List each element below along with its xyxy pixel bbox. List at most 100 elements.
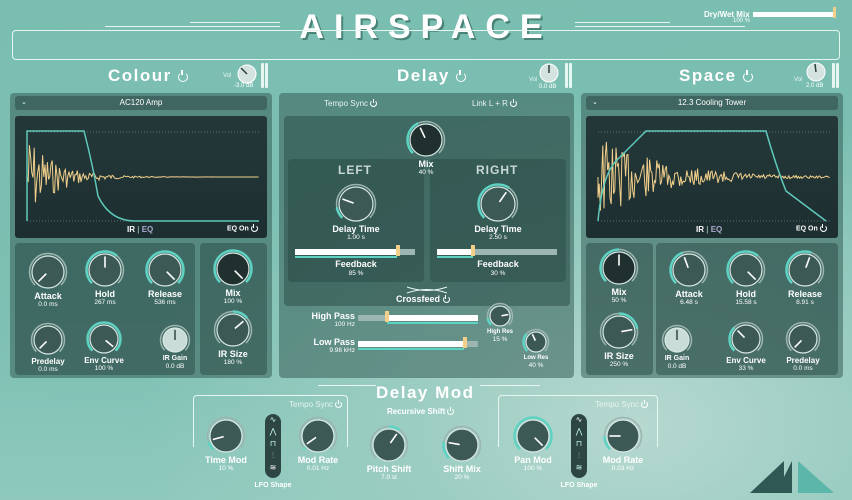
colour-ir-size-knob[interactable] xyxy=(213,310,253,350)
colour-ir-display[interactable]: IR | EQ EQ On xyxy=(15,116,267,238)
right-feedback-handle[interactable] xyxy=(471,245,475,256)
colour-predelay-knob[interactable] xyxy=(30,322,66,358)
space-preset-dropdown[interactable]: ⌄ 12.3 Cooling Tower xyxy=(586,96,838,110)
space-predelay-knob[interactable] xyxy=(785,321,821,357)
space-vol-knob[interactable] xyxy=(805,61,827,83)
space-ir-size-knob[interactable] xyxy=(599,312,639,352)
space-attack-knob[interactable] xyxy=(669,250,709,290)
colour-mix-knob[interactable] xyxy=(213,249,253,289)
left-delay-time-label: Delay Time xyxy=(332,224,380,234)
right-delay-time-label: Delay Time xyxy=(474,224,522,234)
colour-hold-knob[interactable] xyxy=(85,250,125,290)
space-tab-ir[interactable]: IR xyxy=(696,225,704,234)
low-res-label: Low Res xyxy=(523,355,549,361)
space-eq-toggle[interactable]: EQ On xyxy=(796,223,827,232)
left-feedback-handle[interactable] xyxy=(396,245,400,256)
delay-title-text: Delay xyxy=(397,66,450,85)
colour-title: Colour xyxy=(108,66,189,86)
space-vol-label: Vol xyxy=(794,77,803,83)
lfo-square-icon[interactable]: ⊓ xyxy=(265,438,281,450)
colour-tab-eq[interactable]: EQ xyxy=(142,225,154,234)
delay-meter-r xyxy=(569,63,572,88)
eq-power-icon xyxy=(819,223,827,232)
delay-link-lr[interactable]: Link L + R xyxy=(472,98,518,108)
space-title-text: Space xyxy=(679,66,737,85)
lfo-triangle-icon[interactable]: ⋀ xyxy=(265,426,281,438)
pan-mod-label: Pan Mod xyxy=(514,455,552,465)
delay-tempo-sync[interactable]: Tempo Sync xyxy=(324,98,378,108)
dry-wet-slider[interactable] xyxy=(753,12,835,17)
lfo-sine-icon[interactable]: ∿ xyxy=(571,414,587,426)
recursive-shift-power-icon xyxy=(447,406,455,416)
time-mod-knob[interactable] xyxy=(206,416,246,456)
crossfeed-label: Crossfeed xyxy=(396,294,441,304)
space-release-label: Release xyxy=(787,289,823,299)
right-delay-time-knob[interactable] xyxy=(477,183,519,225)
high-pass-handle[interactable] xyxy=(385,311,389,322)
delay-mix-knob[interactable] xyxy=(406,120,446,160)
left-feedback-value: 85 % xyxy=(348,270,364,277)
mod-tempo-sync-left[interactable]: Tempo Sync xyxy=(289,399,343,409)
pitch-shift-knob[interactable] xyxy=(369,425,409,465)
colour-release-knob[interactable] xyxy=(145,250,185,290)
space-power-icon[interactable] xyxy=(742,69,753,82)
space-mix-knob[interactable] xyxy=(599,248,639,288)
pan-mod-knob[interactable] xyxy=(513,416,553,456)
right-feedback-value: 30 % xyxy=(490,270,506,277)
delay-vol-label: Vol xyxy=(529,77,538,83)
colour-eq-toggle[interactable]: EQ On xyxy=(227,223,258,232)
mod-rate-right-knob[interactable] xyxy=(603,416,643,456)
recursive-shift-toggle[interactable]: Recursive Shift xyxy=(387,406,455,416)
shift-mix-value: 20 % xyxy=(454,474,470,481)
eq-power-icon xyxy=(250,223,258,232)
colour-meter-r xyxy=(265,63,268,88)
recursive-shift-label: Recursive Shift xyxy=(387,407,446,416)
colour-mix-value: 100 % xyxy=(223,298,243,305)
space-ir-waveform xyxy=(597,130,831,222)
left-feedback-fill xyxy=(295,249,397,255)
header-frame xyxy=(12,30,840,60)
colour-preset-dropdown[interactable]: ⌄ AC120 Amp xyxy=(15,96,267,110)
colour-power-icon[interactable] xyxy=(178,69,189,82)
delay-mix-label: Mix xyxy=(418,159,434,169)
space-title: Space xyxy=(679,66,753,86)
colour-vol-label: Vol xyxy=(223,73,232,79)
high-res-knob[interactable] xyxy=(486,302,514,330)
space-preset-name: 12.3 Cooling Tower xyxy=(677,98,747,107)
delay-right-title: RIGHT xyxy=(476,163,519,177)
delay-meter-l xyxy=(565,63,568,88)
lfo-triangle-icon[interactable]: ⋀ xyxy=(571,426,587,438)
lfo-square-icon[interactable]: ⊓ xyxy=(571,438,587,450)
colour-vol-knob[interactable] xyxy=(236,63,258,85)
space-release-value: 8.91 s xyxy=(796,299,814,306)
colour-attack-knob[interactable] xyxy=(28,252,68,292)
space-release-knob[interactable] xyxy=(785,250,825,290)
right-feedback-indicator xyxy=(437,256,473,258)
left-delay-time-knob[interactable] xyxy=(335,183,377,225)
colour-ir-gain-knob[interactable] xyxy=(159,324,191,356)
low-res-knob[interactable] xyxy=(522,328,550,356)
space-ir-display[interactable]: IR | EQ EQ On xyxy=(586,116,838,238)
low-pass-handle[interactable] xyxy=(463,337,467,348)
space-env-curve-knob[interactable] xyxy=(728,321,764,357)
space-hold-knob[interactable] xyxy=(726,250,766,290)
colour-env-curve-knob[interactable] xyxy=(86,321,122,357)
high-pass-fill xyxy=(387,315,478,321)
mod-rate-left-knob[interactable] xyxy=(298,416,338,456)
space-ir-gain-knob[interactable] xyxy=(661,324,693,356)
delay-vol-value: 0.0 dB xyxy=(539,84,557,90)
chevron-down-icon: ⌄ xyxy=(592,99,598,106)
delay-vol-knob[interactable] xyxy=(538,62,560,84)
delay-power-icon[interactable] xyxy=(456,69,467,82)
low-pass-indicator xyxy=(358,348,464,350)
space-tab-eq[interactable]: EQ xyxy=(711,225,723,234)
mod-rate-right-label: Mod Rate xyxy=(602,455,644,465)
dry-wet-handle[interactable] xyxy=(833,7,836,18)
mod-tempo-sync-right[interactable]: Tempo Sync xyxy=(595,399,649,409)
mod-rate-right-value: 0.03 Hz xyxy=(611,465,635,472)
crossfeed-toggle[interactable]: Crossfeed xyxy=(396,294,450,304)
mod-tempo-sync-label: Tempo Sync xyxy=(595,400,640,409)
colour-tab-ir[interactable]: IR xyxy=(127,225,135,234)
shift-mix-knob[interactable] xyxy=(442,425,482,465)
lfo-sine-icon[interactable]: ∿ xyxy=(265,414,281,426)
